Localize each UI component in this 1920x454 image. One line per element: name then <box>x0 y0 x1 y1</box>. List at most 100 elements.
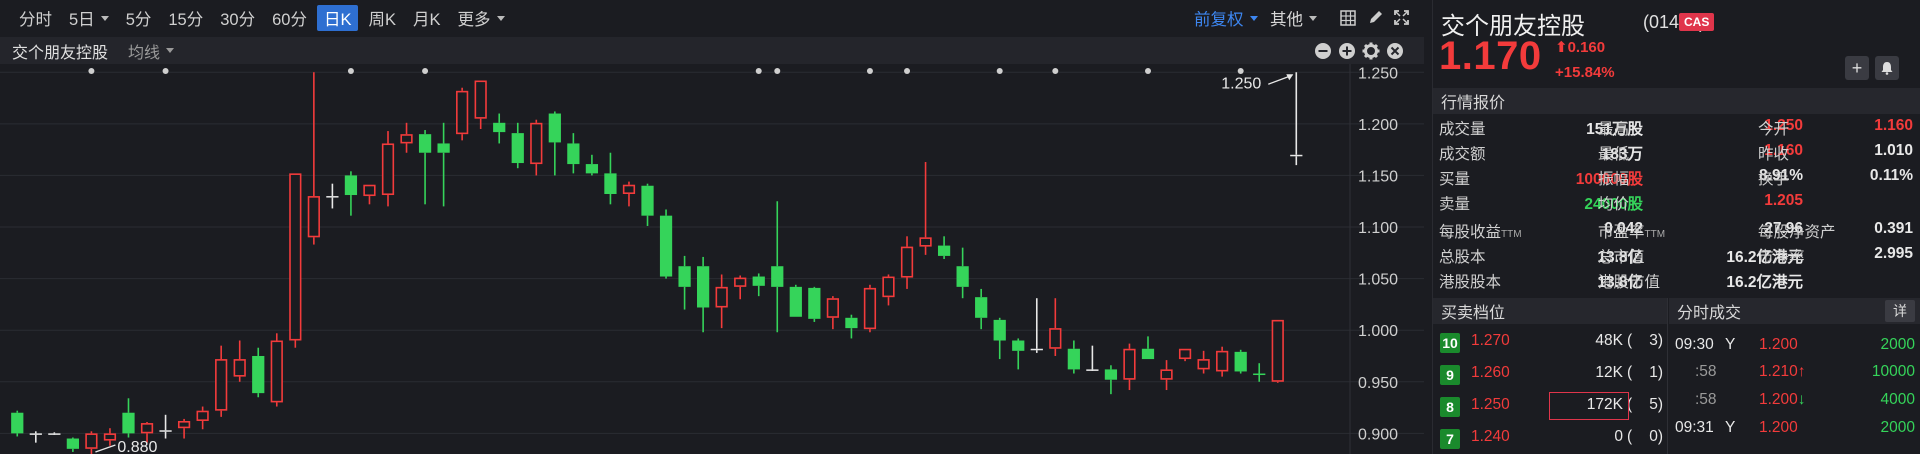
count-value: 1 <box>1649 364 1658 381</box>
candle-body <box>900 246 914 278</box>
candle-body <box>734 277 747 287</box>
paren: ) <box>1657 364 1663 381</box>
trade-volume: 2000 <box>1880 419 1915 436</box>
candle-body <box>1086 369 1099 371</box>
stat-label: 成交额 <box>1439 146 1486 163</box>
zoom-out-icon[interactable] <box>1314 42 1332 60</box>
candle-body <box>418 134 432 153</box>
chart-subheader: 交个朋友控股 均线 <box>0 37 1424 64</box>
fund-label: 总股本 <box>1439 249 1486 266</box>
trade-time: 09:31 <box>1675 419 1714 436</box>
timeframe-monthly[interactable]: 月K <box>406 5 448 31</box>
price-change: ⬆0.160 <box>1555 39 1606 56</box>
candle-down <box>1234 349 1247 374</box>
bell-icon <box>1881 62 1893 75</box>
candle-body <box>1012 340 1025 351</box>
candle-body <box>252 355 265 394</box>
candle-body <box>1160 369 1173 380</box>
fullscreen-icon[interactable] <box>1393 9 1410 26</box>
event-marker-dot <box>996 68 1003 74</box>
stat-value: 1.160 <box>1874 117 1913 134</box>
timeframe-5min[interactable]: 5分 <box>119 5 159 31</box>
candle-body <box>456 90 469 135</box>
candle-body <box>140 423 154 434</box>
arrow-down-icon: ↓ <box>1797 391 1806 408</box>
timeframe-intraday[interactable]: 分时 <box>12 5 59 31</box>
count-value: 0 <box>1649 428 1658 445</box>
candle-body <box>363 184 376 197</box>
fund-label: 港股市值 <box>1598 274 1661 291</box>
trade-volume: 4000 <box>1880 391 1915 408</box>
depth-count: (0) <box>1627 428 1663 446</box>
depth-price: 1.240 <box>1471 428 1510 445</box>
candle-body <box>826 298 839 318</box>
candle-body <box>66 438 79 449</box>
event-marker-dot <box>422 68 429 74</box>
section-trades: 分时成交 详 <box>1669 298 1920 324</box>
timeframe-daily[interactable]: 日K <box>316 5 359 31</box>
timeframe-weekly[interactable]: 周K <box>361 5 403 31</box>
detail-button[interactable]: 详 <box>1885 300 1915 322</box>
stat-label: 成交量 <box>1439 121 1486 138</box>
fund-label: 总市值 <box>1598 249 1645 266</box>
trade-price: 1.210↑ <box>1759 363 1806 380</box>
stat-value: 1.205 <box>1764 192 1803 209</box>
close-icon[interactable] <box>1386 42 1404 60</box>
alert-button[interactable] <box>1875 56 1899 80</box>
paren: ) <box>1657 428 1663 445</box>
fund-value: 16.2亿港元 <box>1726 274 1803 291</box>
other-dropdown[interactable]: 其他 <box>1270 0 1317 36</box>
candlestick-chart[interactable]: 1.250 1.200 1.150 1.100 1.050 1.000 0.950 0.900… <box>0 64 1424 454</box>
depth-level-badge: 10 <box>1440 333 1460 353</box>
stat-value: 1.010 <box>1874 142 1913 159</box>
min-price-label: 0.880 <box>117 439 157 454</box>
chart-stock-name: 交个朋友控股 <box>12 44 109 62</box>
candle-body <box>1030 348 1043 351</box>
candle-down <box>659 209 673 279</box>
paren: ( <box>1627 428 1633 445</box>
y-axis-tick-label: 1.150 <box>1358 168 1398 185</box>
gear-icon[interactable] <box>1362 42 1380 60</box>
timeframe-15min[interactable]: 15分 <box>161 5 210 31</box>
layout-grid-icon[interactable] <box>1340 10 1356 26</box>
event-marker-dot <box>162 68 169 74</box>
candle-body <box>1234 351 1247 372</box>
candle-body <box>326 196 339 198</box>
chevron-down-icon <box>1309 15 1317 21</box>
candle-up <box>289 173 302 348</box>
trade-volume: 2000 <box>1880 336 1915 353</box>
depth-level-badge: 9 <box>1440 365 1460 385</box>
zoom-in-icon[interactable] <box>1338 42 1356 60</box>
timeframe-60min[interactable]: 60分 <box>265 5 314 31</box>
candle-body <box>1178 348 1192 360</box>
candle-body <box>993 319 1006 341</box>
draw-pen-icon[interactable] <box>1367 9 1384 26</box>
candle-body <box>789 286 802 317</box>
add-watchlist-button[interactable]: + <box>1845 56 1869 80</box>
y-axis-tick-label: 0.950 <box>1358 375 1398 392</box>
candle-body <box>1253 373 1266 376</box>
timeframe-30min[interactable]: 30分 <box>213 5 262 31</box>
timeframe-more[interactable]: 更多 <box>451 5 512 31</box>
adjust-dropdown[interactable]: 前复权 <box>1194 0 1258 36</box>
candle-body <box>715 286 728 308</box>
timeframe-5day[interactable]: 5日 <box>62 5 116 31</box>
paren: ( <box>1627 364 1633 381</box>
candle-down <box>808 286 821 322</box>
candle-body <box>11 412 24 434</box>
candle-body <box>1067 348 1080 370</box>
indicator-dropdown[interactable]: 均线 <box>128 39 175 63</box>
depth-level-badge: 8 <box>1440 397 1460 417</box>
candle-body <box>956 266 969 287</box>
stat-label: 今开 <box>1758 121 1790 138</box>
chevron-down-icon <box>1249 15 1258 21</box>
trade-flag: Y <box>1725 419 1736 436</box>
candle-body <box>85 433 98 449</box>
stat-label: 均价 <box>1598 196 1630 213</box>
fund-label: 市净率 <box>1758 249 1805 266</box>
depth-price: 1.270 <box>1471 332 1510 349</box>
candle-body <box>530 122 543 165</box>
candle-body <box>752 276 765 286</box>
stat-label: 最高 <box>1598 121 1630 138</box>
y-axis-tick-label: 1.050 <box>1358 272 1398 289</box>
